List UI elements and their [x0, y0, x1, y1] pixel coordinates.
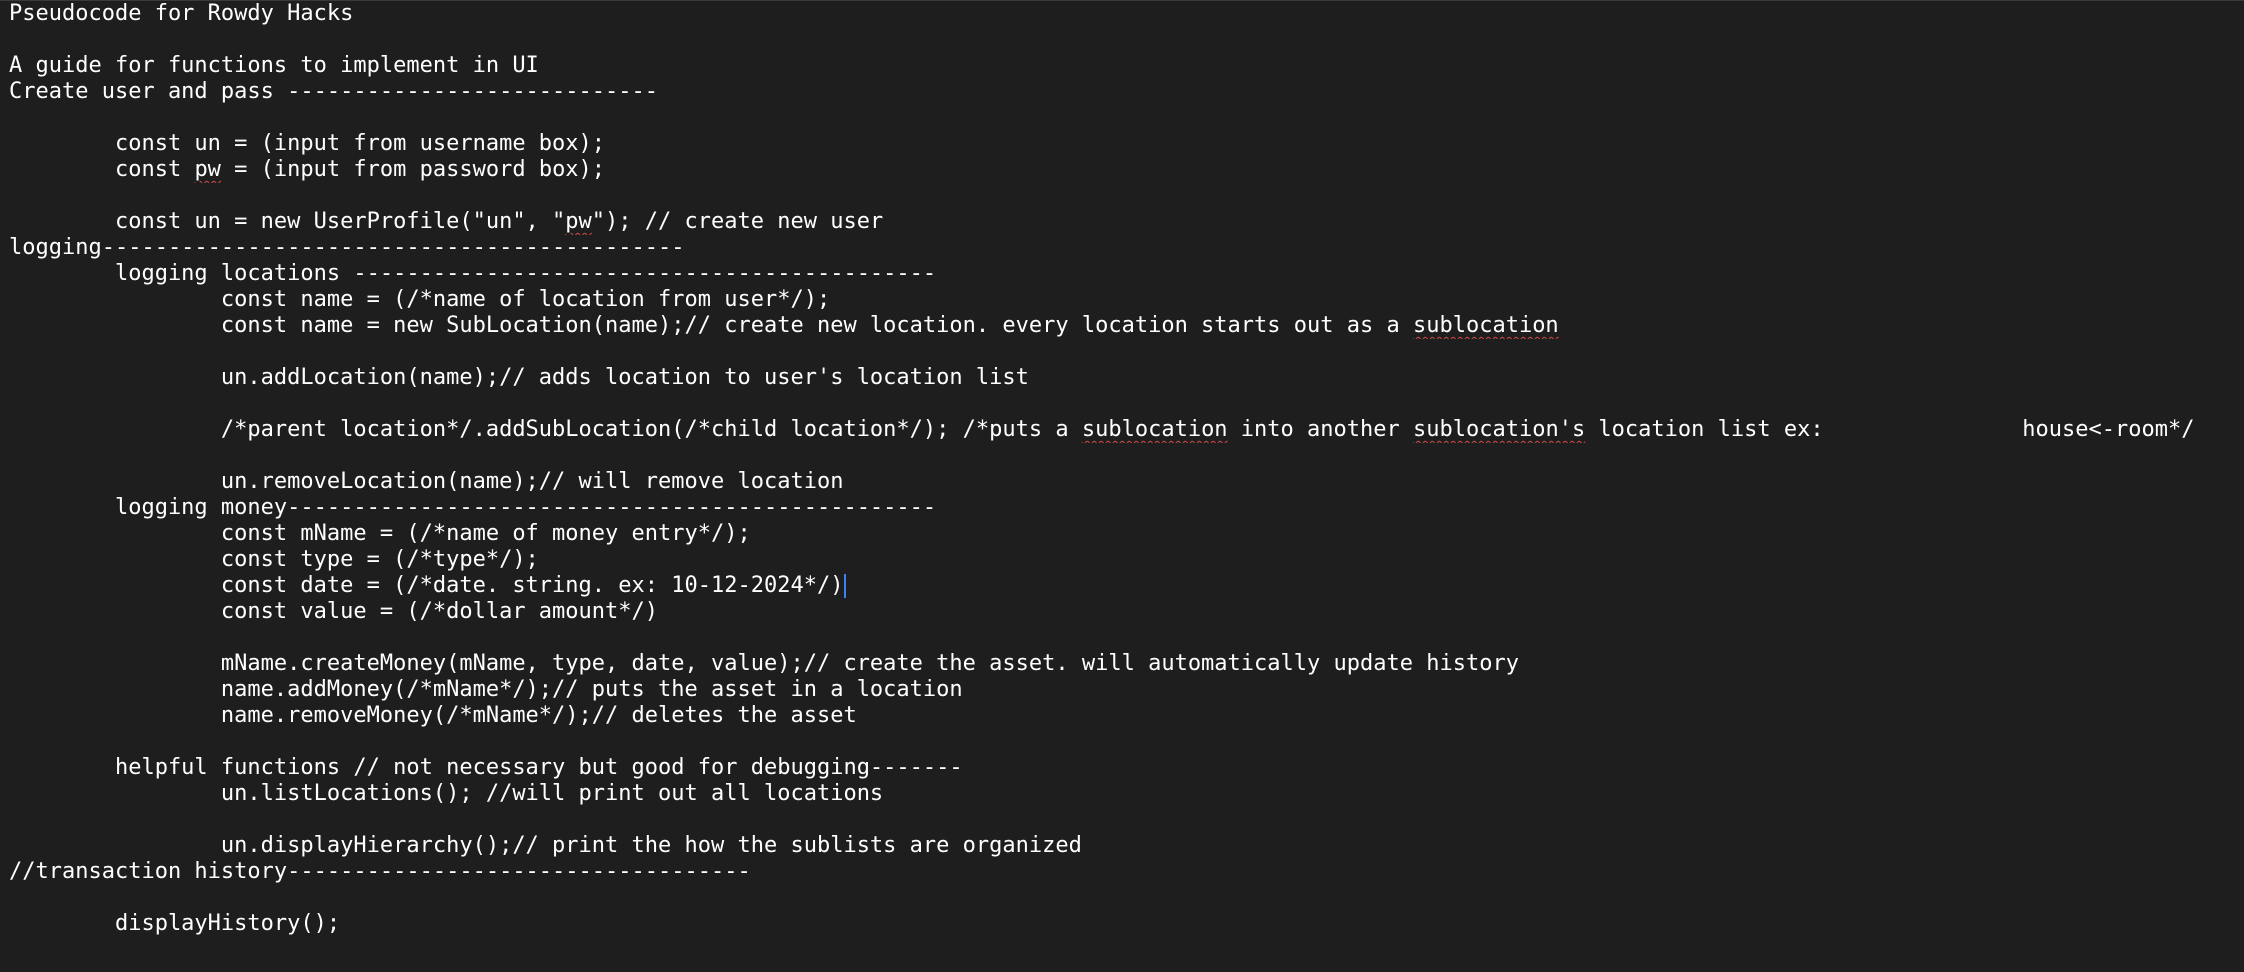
line-text: un.displayHierarchy();// print the how t…	[9, 833, 1082, 858]
text-line[interactable]: const un = new UserProfile("un", "pw"); …	[0, 209, 2244, 235]
text-line[interactable]: const type = (/*type*/);	[0, 547, 2244, 573]
text-line[interactable]: un.displayHierarchy();// print the how t…	[0, 833, 2244, 859]
line-text: const un = new UserProfile("un", "	[9, 209, 566, 234]
text-line[interactable]: const un = (input from username box);	[0, 131, 2244, 157]
text-line[interactable]: mName.createMoney(mName, type, date, val…	[0, 651, 2244, 677]
line-text: un.listLocations(); //will print out all…	[9, 781, 884, 806]
text-cursor	[844, 574, 847, 598]
misspelled-word: sublocation's	[1413, 417, 1586, 442]
line-text: "); // create new user	[591, 209, 884, 234]
text-line[interactable]: name.removeMoney(/*mName*/);// deletes t…	[0, 703, 2244, 729]
text-line[interactable]: const name = new SubLocation(name);// cr…	[0, 313, 2244, 339]
text-line[interactable]: const date = (/*date. string. ex: 10-12-…	[0, 573, 2244, 599]
line-text: Create user and pass -------------------…	[9, 79, 659, 104]
text-line[interactable]	[0, 339, 2244, 365]
line-text: const name = new SubLocation(name);// cr…	[9, 313, 1413, 338]
text-line[interactable]: logging locations ----------------------…	[0, 261, 2244, 287]
line-text: logging---------------------------------…	[9, 235, 685, 260]
line-text: name.addMoney(/*mName*/);// puts the ass…	[9, 677, 963, 702]
line-text: //transaction history-------------------…	[9, 859, 751, 884]
text-line[interactable]	[0, 391, 2244, 417]
line-text: into another	[1227, 417, 1413, 442]
text-line[interactable]: const pw = (input from password box);	[0, 157, 2244, 183]
line-text: location list ex: house<-room*/	[1585, 417, 2195, 442]
text-line[interactable]: A guide for functions to implement in UI	[0, 53, 2244, 79]
text-line[interactable]	[0, 625, 2244, 651]
text-line[interactable]: logging---------------------------------…	[0, 235, 2244, 261]
line-text: const value = (/*dollar amount*/)	[9, 599, 659, 624]
text-line[interactable]: const value = (/*dollar amount*/)	[0, 599, 2244, 625]
line-text: logging locations ----------------------…	[9, 261, 937, 286]
text-line[interactable]: Pseudocode for Rowdy Hacks	[0, 1, 2244, 27]
text-line[interactable]	[0, 807, 2244, 833]
text-line[interactable]	[0, 443, 2244, 469]
line-text: const type = (/*type*/);	[9, 547, 539, 572]
text-line[interactable]: helpful functions // not necessary but g…	[0, 755, 2244, 781]
line-text: Pseudocode for Rowdy Hacks	[9, 1, 354, 26]
text-line[interactable]: displayHistory();	[0, 911, 2244, 937]
misspelled-word: pw	[194, 157, 221, 182]
line-text: mName.createMoney(mName, type, date, val…	[9, 651, 1519, 676]
line-text: helpful functions // not necessary but g…	[9, 755, 963, 780]
text-editor[interactable]: Pseudocode for Rowdy Hacks A guide for fu…	[0, 0, 2244, 972]
line-text: const date = (/*date. string. ex: 10-12-…	[9, 573, 844, 598]
text-line[interactable]: /*parent location*/.addSubLocation(/*chi…	[0, 417, 2244, 443]
line-text: logging money---------------------------…	[9, 495, 937, 520]
text-line[interactable]	[0, 27, 2244, 53]
text-line[interactable]: //transaction history-------------------…	[0, 859, 2244, 885]
line-text: /*parent location*/.addSubLocation(/*chi…	[9, 417, 1082, 442]
line-text: name.removeMoney(/*mName*/);// deletes t…	[9, 703, 857, 728]
misspelled-word: pw	[565, 209, 592, 234]
line-text: const	[9, 157, 195, 182]
text-line[interactable]: Create user and pass -------------------…	[0, 79, 2244, 105]
text-line[interactable]: un.listLocations(); //will print out all…	[0, 781, 2244, 807]
text-line[interactable]: const name = (/*name of location from us…	[0, 287, 2244, 313]
text-line[interactable]: const mName = (/*name of money entry*/);	[0, 521, 2244, 547]
text-line[interactable]: logging money---------------------------…	[0, 495, 2244, 521]
line-text: = (input from password box);	[220, 157, 606, 182]
line-text: const mName = (/*name of money entry*/);	[9, 521, 751, 546]
line-text: un.addLocation(name);// adds location to…	[9, 365, 1029, 390]
line-text: const name = (/*name of location from us…	[9, 287, 831, 312]
misspelled-word: sublocation	[1412, 313, 1559, 338]
text-line[interactable]: un.removeLocation(name);// will remove l…	[0, 469, 2244, 495]
text-line[interactable]	[0, 729, 2244, 755]
text-line[interactable]	[0, 183, 2244, 209]
line-text: displayHistory();	[9, 911, 341, 936]
text-line[interactable]: name.addMoney(/*mName*/);// puts the ass…	[0, 677, 2244, 703]
misspelled-word: sublocation	[1081, 417, 1228, 442]
line-text: A guide for functions to implement in UI	[9, 53, 539, 78]
text-line[interactable]	[0, 885, 2244, 911]
text-line[interactable]	[0, 105, 2244, 131]
line-text: un.removeLocation(name);// will remove l…	[9, 469, 844, 494]
line-text: const un = (input from username box);	[9, 131, 606, 156]
text-line[interactable]: un.addLocation(name);// adds location to…	[0, 365, 2244, 391]
